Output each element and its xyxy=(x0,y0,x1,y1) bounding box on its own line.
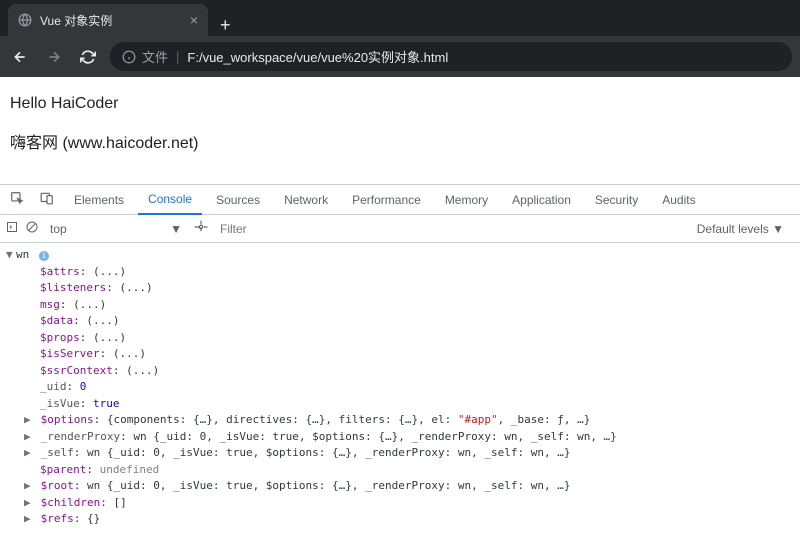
prop-row[interactable]: $listeners: (...) xyxy=(6,280,794,297)
globe-icon xyxy=(18,13,32,27)
url-divider: | xyxy=(176,49,179,64)
new-tab-button[interactable]: + xyxy=(208,15,243,36)
prop-row[interactable]: ▶ _self: wn {_uid: 0, _isVue: true, $opt… xyxy=(6,445,794,462)
back-button[interactable] xyxy=(8,45,32,69)
filter-input[interactable] xyxy=(216,220,689,238)
page-line-2: 嗨客网 (www.haicoder.net) xyxy=(10,131,790,157)
tab-sources[interactable]: Sources xyxy=(206,185,270,214)
tab-performance[interactable]: Performance xyxy=(342,185,431,214)
prop-row[interactable]: ▶ $refs: {} xyxy=(6,511,794,528)
devtools: Elements Console Sources Network Perform… xyxy=(0,184,800,532)
prop-row[interactable]: $attrs: (...) xyxy=(6,264,794,281)
prop-row[interactable]: _isVue: true xyxy=(6,396,794,413)
devtools-tabs: Elements Console Sources Network Perform… xyxy=(0,185,800,215)
prop-row[interactable]: $parent: undefined xyxy=(6,462,794,479)
log-levels[interactable]: Default levels ▼ xyxy=(697,222,794,236)
page-content: Hello HaiCoder 嗨客网 (www.haicoder.net) xyxy=(0,77,800,184)
devtools-filter-bar: top ▼ Default levels ▼ xyxy=(0,215,800,243)
clear-console-icon[interactable] xyxy=(26,221,38,236)
info-icon[interactable]: 文件 xyxy=(122,47,168,66)
tab-title: Vue 对象实例 xyxy=(40,12,182,29)
tab-bar: Vue 对象实例 × + xyxy=(0,0,800,36)
prop-row[interactable]: ▶ $children: [] xyxy=(6,495,794,512)
prop-row[interactable]: $props: (...) xyxy=(6,330,794,347)
execution-context[interactable]: top ▼ xyxy=(46,222,186,236)
prop-row[interactable]: $data: (...) xyxy=(6,313,794,330)
url-path: F:/vue_workspace/vue/vue%20实例对象.html xyxy=(187,47,448,66)
forward-button[interactable] xyxy=(42,45,66,69)
tab-network[interactable]: Network xyxy=(274,185,338,214)
console-toggle-icon[interactable] xyxy=(6,221,18,236)
prop-row[interactable]: _uid: 0 xyxy=(6,379,794,396)
page-line-1: Hello HaiCoder xyxy=(10,91,790,117)
browser-tab[interactable]: Vue 对象实例 × xyxy=(8,4,208,36)
tab-console[interactable]: Console xyxy=(138,186,202,215)
device-icon[interactable] xyxy=(34,191,60,208)
tab-audits[interactable]: Audits xyxy=(652,185,705,214)
prop-row[interactable]: ▶ $options: {components: {…}, directives… xyxy=(6,412,794,429)
prop-row[interactable]: $isServer: (...) xyxy=(6,346,794,363)
prop-row[interactable]: $ssrContext: (...) xyxy=(6,363,794,380)
live-expression-icon[interactable] xyxy=(194,220,208,237)
tab-application[interactable]: Application xyxy=(502,185,581,214)
console-output: ▼wn i $attrs: (...) $listeners: (...) ms… xyxy=(0,243,800,532)
tab-elements[interactable]: Elements xyxy=(64,185,134,214)
url-bar[interactable]: 文件 | F:/vue_workspace/vue/vue%20实例对象.htm… xyxy=(110,42,792,71)
prop-row[interactable]: ▶ $root: wn {_uid: 0, _isVue: true, $opt… xyxy=(6,478,794,495)
nav-bar: 文件 | F:/vue_workspace/vue/vue%20实例对象.htm… xyxy=(0,36,800,77)
info-icon[interactable]: i xyxy=(39,251,49,261)
close-icon[interactable]: × xyxy=(190,12,198,28)
console-object-header[interactable]: ▼wn i xyxy=(6,247,794,264)
url-info-label: 文件 xyxy=(142,47,168,66)
chevron-down-icon: ▼ xyxy=(170,222,182,236)
inspect-icon[interactable] xyxy=(4,191,30,208)
prop-row[interactable]: ▶ _renderProxy: wn {_uid: 0, _isVue: tru… xyxy=(6,429,794,446)
tab-memory[interactable]: Memory xyxy=(435,185,498,214)
prop-row[interactable]: msg: (...) xyxy=(6,297,794,314)
context-label: top xyxy=(50,222,67,236)
reload-button[interactable] xyxy=(76,45,100,69)
tab-security[interactable]: Security xyxy=(585,185,648,214)
